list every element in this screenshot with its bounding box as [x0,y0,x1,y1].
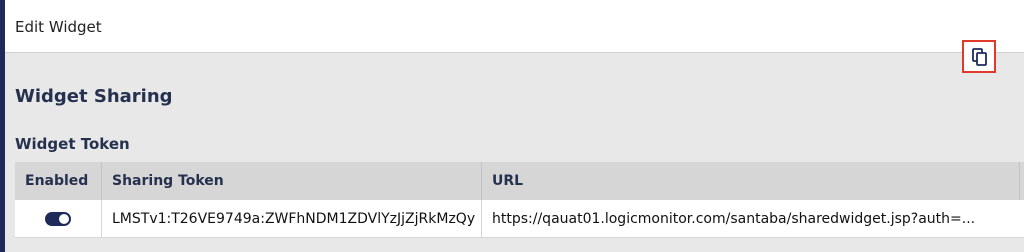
edit-widget-dialog: Edit Widget Widget Sharing Widget Token … [0,0,1024,252]
toggle-knob [59,214,69,224]
token-table: Enabled Sharing Token URL LMSTv1:T26VE97… [15,162,1024,238]
sharing-token-cell: LMSTv1:T26VE9749a:ZWFhNDM1ZDVlYzJjZjRkMz… [101,200,481,238]
table-row: LMSTv1:T26VE9749a:ZWFhNDM1ZDVlYzJjZjRkMz… [15,200,1024,238]
url-value: https://qauat01.logicmonitor.com/santaba… [492,211,976,227]
column-header-url[interactable]: URL [481,162,1020,200]
column-header-enabled[interactable]: Enabled [15,162,101,200]
table-header: Enabled Sharing Token URL [15,162,1024,200]
dialog-header: Edit Widget [5,0,1024,53]
section-title: Widget Sharing [15,86,173,107]
url-cell: https://qauat01.logicmonitor.com/santaba… [481,200,1024,238]
enabled-cell [15,200,101,238]
dialog-title: Edit Widget [15,18,102,36]
token-section-title: Widget Token [15,135,130,153]
column-header-sharing-token[interactable]: Sharing Token [101,162,481,200]
toggle-switch-icon[interactable] [45,212,71,226]
copy-icon [972,48,987,66]
copy-url-button[interactable] [962,40,996,73]
